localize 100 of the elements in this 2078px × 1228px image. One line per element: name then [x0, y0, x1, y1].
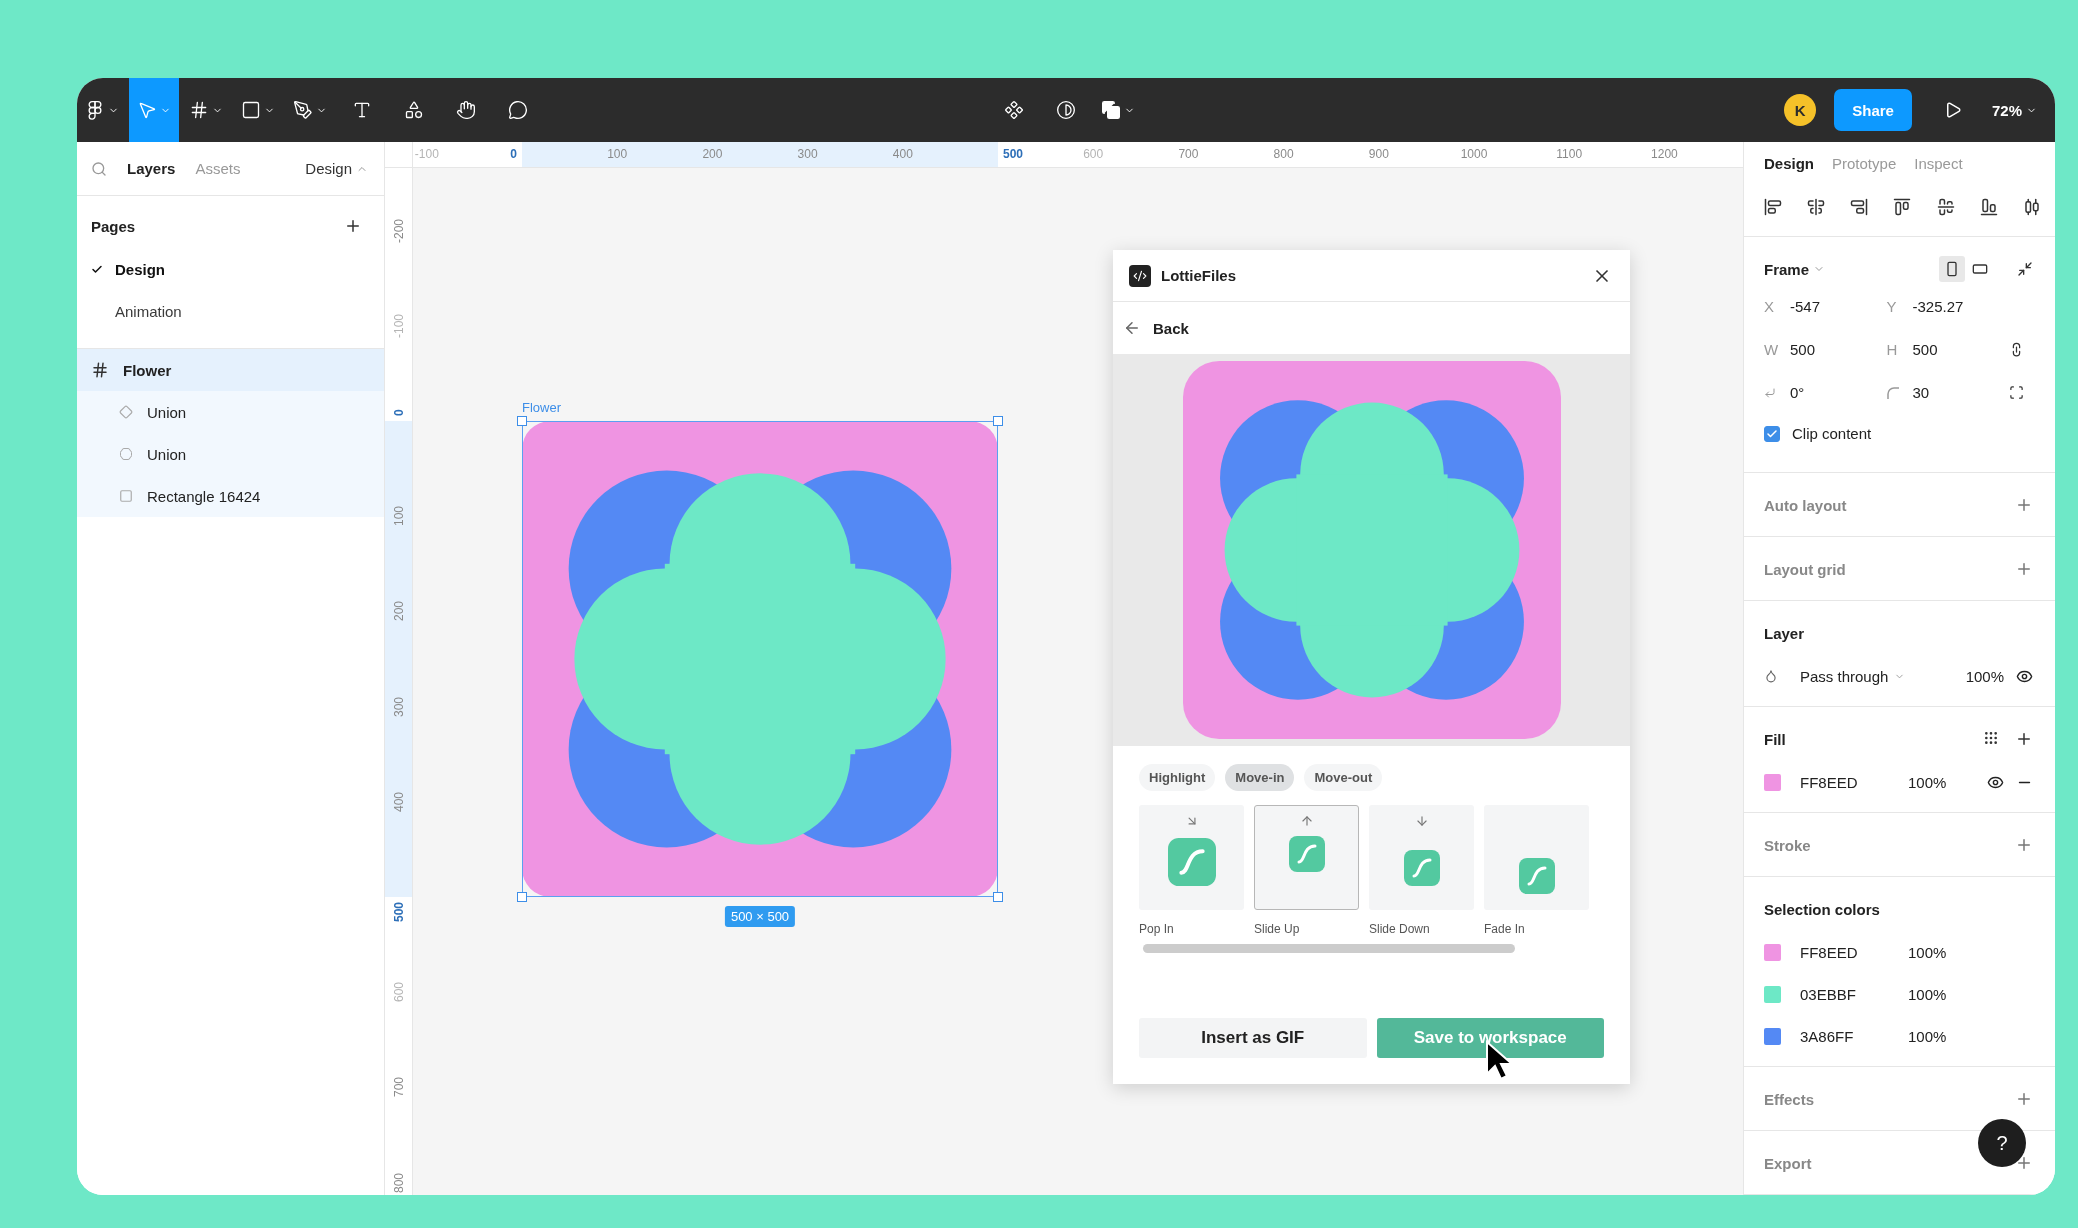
category-tab[interactable]: Move-out: [1304, 764, 1383, 791]
collapse-icon[interactable]: [2017, 261, 2033, 277]
text-icon: [352, 100, 372, 120]
opacity-value[interactable]: 100%: [1908, 1027, 2009, 1045]
page-item[interactable]: Animation: [77, 290, 384, 332]
checkbox[interactable]: [1764, 425, 1780, 442]
number-field[interactable]: H 500: [1886, 341, 2009, 358]
number-field[interactable]: 0°: [1764, 384, 1887, 401]
align-bottom-icon[interactable]: [1979, 198, 1998, 216]
section-title: Stroke: [1764, 836, 1811, 854]
number-field[interactable]: Y -325.27: [1886, 298, 2009, 315]
scrollbar[interactable]: [1143, 944, 1515, 953]
blend-mode-menu[interactable]: Pass through: [1800, 667, 1906, 685]
ruler-label: 100: [607, 147, 628, 161]
angle-icon: [1764, 386, 1776, 399]
ruler-label: 1100: [1556, 147, 1583, 161]
align-center-icon[interactable]: [1807, 198, 1826, 216]
diamond-icon: [119, 405, 133, 419]
user-avatar[interactable]: K: [1784, 94, 1817, 126]
component-icon: [1004, 100, 1024, 120]
contrast-icon: [1056, 100, 1076, 120]
color-swatch[interactable]: [1764, 943, 1781, 961]
square-icon: [241, 100, 261, 120]
ruler-label: 700: [392, 1077, 406, 1098]
portrait-toggle[interactable]: [1939, 256, 1965, 282]
clover-icon: [119, 447, 133, 461]
page-item[interactable]: Design: [77, 248, 384, 290]
ruler-label: 900: [1368, 147, 1389, 161]
hex-value[interactable]: 3A86FF: [1800, 1027, 1896, 1045]
align-top-icon[interactable]: [1893, 198, 1912, 216]
ruler-label: -100: [392, 313, 406, 338]
hex-value[interactable]: FF8EED: [1800, 773, 1896, 791]
square-icon: [119, 489, 133, 503]
section-title: Auto layout: [1764, 496, 1847, 514]
color-swatch[interactable]: [1764, 985, 1781, 1003]
animation-label: Slide Down: [1369, 922, 1431, 936]
opacity-value[interactable]: 100%: [1908, 773, 1975, 791]
opacity-value[interactable]: 100%: [1908, 985, 2009, 1003]
category-tab[interactable]: Highlight: [1139, 764, 1216, 791]
search-icon[interactable]: [91, 160, 107, 177]
animation-label: Fade In: [1484, 922, 1526, 936]
ruler-label: 500: [1003, 147, 1024, 161]
landscape-icon: [1972, 261, 1988, 277]
corners-icon[interactable]: [2009, 385, 2024, 400]
section-title: Fill: [1764, 730, 1786, 748]
comment-icon: [508, 100, 528, 120]
category-tab[interactable]: Move-in: [1225, 764, 1295, 791]
arrow-icon: [1299, 814, 1314, 828]
layer-item[interactable]: Rectangle 16424: [77, 475, 384, 517]
layer-item[interactable]: Union: [77, 433, 384, 475]
corner-radius-icon: [1886, 386, 1899, 399]
insert-button[interactable]: Insert as GIF: [1139, 1018, 1367, 1058]
section-title[interactable]: Frame: [1764, 260, 1810, 278]
add-icon[interactable]: [2015, 1154, 2033, 1172]
page-menu[interactable]: Design: [305, 160, 368, 177]
number-field[interactable]: 30: [1886, 384, 2009, 401]
panel-tab[interactable]: Design: [1764, 154, 1814, 172]
layer-item[interactable]: Flower: [77, 349, 384, 391]
ruler-label: -200: [392, 218, 406, 243]
hex-value[interactable]: 03EBBF: [1800, 985, 1896, 1003]
curve-tile-icon: [1167, 838, 1216, 886]
section-title: Export: [1764, 1154, 1812, 1172]
clip-content-checkbox[interactable]: Clip content: [1764, 425, 2033, 442]
ruler-label: 600: [1083, 147, 1104, 161]
opacity-value[interactable]: 100%: [1908, 943, 2009, 961]
number-field[interactable]: W 500: [1764, 341, 1887, 358]
distribute-icon[interactable]: [2022, 198, 2041, 216]
panel-tab[interactable]: Layers: [127, 160, 176, 177]
ruler-label: 500: [392, 902, 406, 923]
opacity-value[interactable]: 100%: [1965, 667, 2004, 685]
layer-item[interactable]: Union: [77, 391, 384, 433]
zoom-menu[interactable]: 72%: [1991, 101, 2037, 119]
dialog-title: LottieFiles: [1161, 267, 1236, 284]
align-middle-icon[interactable]: [1936, 198, 1955, 216]
ruler-label: 300: [797, 147, 818, 161]
align-left-icon[interactable]: [1764, 198, 1782, 216]
section-title: Effects: [1764, 1090, 1815, 1108]
hash-icon: [189, 100, 209, 120]
ruler-label: 800: [1273, 147, 1294, 161]
number-field[interactable]: X -547: [1764, 298, 1887, 315]
curve-tile-icon: [1518, 858, 1555, 894]
hex-value[interactable]: FF8EED: [1800, 943, 1896, 961]
section-title: Selection colors: [1764, 900, 1880, 918]
ruler-label: -100: [414, 147, 439, 161]
styles-icon[interactable]: [1983, 730, 1999, 746]
section-title: Layout grid: [1764, 560, 1846, 578]
align-right-icon[interactable]: [1850, 198, 1869, 216]
ruler-label: 200: [392, 601, 406, 622]
color-swatch[interactable]: [1764, 773, 1781, 791]
selected-frame-drawing[interactable]: [517, 416, 1003, 902]
color-swatch[interactable]: [1764, 1027, 1781, 1045]
ruler-label: 0: [392, 409, 406, 416]
ruler-label: 800: [392, 1172, 406, 1193]
pen-icon: [293, 100, 313, 120]
hash-icon: [91, 361, 109, 379]
arrow-icon: [1414, 814, 1429, 828]
ruler-label: 700: [1178, 147, 1199, 161]
back-link[interactable]: Back: [1153, 319, 1189, 337]
ruler-label: 300: [392, 696, 406, 717]
animation-label: Slide Up: [1254, 922, 1301, 936]
